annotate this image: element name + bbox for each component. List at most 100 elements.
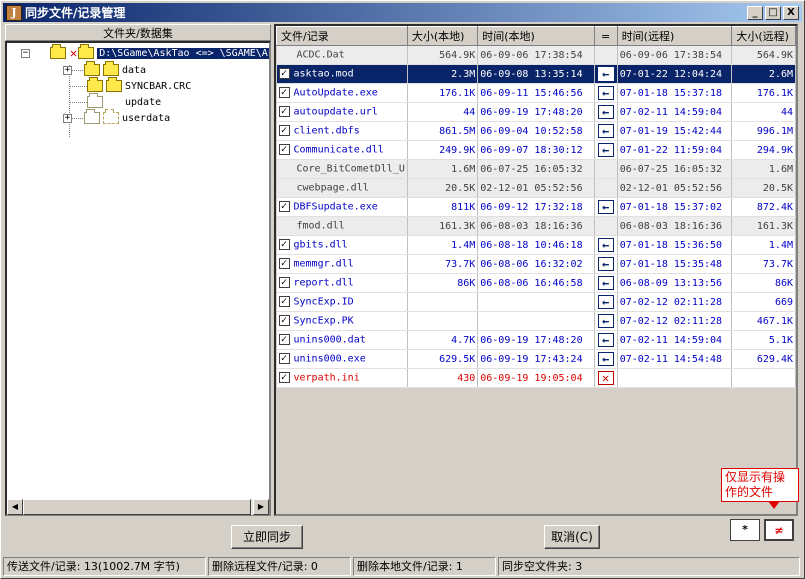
copy-left-arrow-icon[interactable]: ←: [597, 200, 614, 214]
folder-pane-header[interactable]: 文件夹/数据集: [5, 24, 271, 41]
file-name-cell[interactable]: ✓ client.dbfs: [276, 121, 408, 141]
tree-item-userdata[interactable]: + userdata: [63, 109, 170, 126]
sync-operation-cell[interactable]: ←: [594, 140, 618, 160]
delete-icon[interactable]: ✕: [597, 371, 614, 385]
sync-operation-cell[interactable]: ←: [594, 292, 618, 312]
select-checkbox[interactable]: ✓: [278, 372, 290, 384]
file-name-cell[interactable]: ✓ Communicate.dll: [276, 140, 408, 160]
copy-left-arrow-icon[interactable]: ←: [597, 143, 614, 157]
select-checkbox[interactable]: ✓: [278, 353, 290, 365]
show-changed-only-button[interactable]: ≠: [764, 519, 794, 541]
file-name-cell[interactable]: ✓ asktao.mod: [276, 64, 408, 84]
sync-operation-cell[interactable]: ✕: [594, 368, 618, 388]
file-name-cell[interactable]: ✓ DBFSupdate.exe: [276, 197, 408, 217]
folder-tree[interactable]: − ✕ D:\SGame\AskTao <=> \SGAME\AskTao + …: [5, 41, 271, 516]
sync-operation-cell[interactable]: ←: [594, 102, 618, 122]
sync-operation-cell[interactable]: ←: [594, 64, 618, 84]
table-row[interactable]: ACDC.Dat 564.9K 06-09-06 17:38:54 06-09-06 …: [276, 45, 796, 65]
table-row[interactable]: ✓ asktao.mod 2.3M 06-09-08 13:35:14 ← 07-01-2…: [276, 64, 796, 84]
file-name-cell[interactable]: ✓ AutoUpdate.exe: [276, 83, 408, 103]
minimize-button[interactable]: _: [747, 5, 763, 20]
col-header-name[interactable]: 文件/记录: [276, 26, 408, 46]
table-row[interactable]: ✓ verpath.ini 430 06-09-19 19:05:04 ✕: [276, 368, 796, 388]
tree-item-update[interactable]: update: [87, 93, 161, 110]
select-checkbox[interactable]: ✓: [278, 334, 290, 346]
copy-left-arrow-icon[interactable]: ←: [597, 295, 614, 309]
sync-operation-cell[interactable]: ←: [594, 197, 618, 217]
sync-operation-cell[interactable]: [594, 45, 618, 65]
sync-operation-cell[interactable]: ←: [594, 273, 618, 293]
table-row[interactable]: ✓ DBFSupdate.exe 811K 06-09-12 17:32:18 ← 07-…: [276, 197, 796, 217]
select-checkbox[interactable]: ✓: [278, 201, 290, 213]
show-all-button[interactable]: *: [730, 519, 760, 541]
select-checkbox[interactable]: ✓: [278, 125, 290, 137]
select-checkbox[interactable]: ✓: [278, 258, 290, 270]
file-name-cell[interactable]: ✓ autoupdate.url: [276, 102, 408, 122]
table-row[interactable]: ✓ unins000.exe 629.5K 06-09-19 17:43:24 ← 07-…: [276, 349, 796, 369]
file-name-cell[interactable]: ACDC.Dat: [276, 45, 408, 65]
file-name-cell[interactable]: ✓ unins000.dat: [276, 330, 408, 350]
copy-left-arrow-icon[interactable]: ←: [597, 333, 614, 347]
file-name-cell[interactable]: ✓ memmgr.dll: [276, 254, 408, 274]
expand-icon[interactable]: +: [63, 65, 72, 75]
tree-item-data[interactable]: + data: [63, 61, 146, 78]
select-checkbox[interactable]: ✓: [278, 277, 290, 289]
col-header-local-time[interactable]: 时间(本地): [477, 26, 595, 46]
file-name-cell[interactable]: fmod.dll: [276, 216, 408, 236]
table-row[interactable]: cwebpage.dll 20.5K 02-12-01 05:52:56 02-12-…: [276, 178, 796, 198]
copy-left-arrow-icon[interactable]: ←: [597, 238, 614, 252]
copy-left-arrow-icon[interactable]: ←: [597, 257, 614, 271]
table-row[interactable]: ✓ AutoUpdate.exe 176.1K 06-09-11 15:46:56 ← 0…: [276, 83, 796, 103]
sync-operation-cell[interactable]: ←: [594, 311, 618, 331]
table-row[interactable]: ✓ unins000.dat 4.7K 06-09-19 17:48:20 ← 07-02…: [276, 330, 796, 350]
cancel-button[interactable]: 取消(C): [544, 525, 600, 549]
sync-operation-cell[interactable]: ←: [594, 235, 618, 255]
sync-operation-cell[interactable]: ←: [594, 330, 618, 350]
tree-item-syncbar[interactable]: SYNCBAR.CRC: [87, 77, 191, 94]
sync-operation-cell[interactable]: ←: [594, 254, 618, 274]
copy-left-arrow-icon[interactable]: ←: [597, 86, 614, 100]
file-name-cell[interactable]: ✓ report.dll: [276, 273, 408, 293]
sync-operation-cell[interactable]: [594, 216, 618, 236]
file-name-cell[interactable]: ✓ SyncExp.PK: [276, 311, 408, 331]
file-list[interactable]: 文件/记录 大小(本地) 时间(本地) = 时间(远程) 大小(远程) ACDC…: [274, 24, 798, 516]
table-row[interactable]: ✓ memmgr.dll 73.7K 06-08-06 16:32:02 ← 07-01-…: [276, 254, 796, 274]
sync-operation-cell[interactable]: ←: [594, 121, 618, 141]
file-name-cell[interactable]: ✓ verpath.ini: [276, 368, 408, 388]
copy-left-arrow-icon[interactable]: ←: [597, 276, 614, 290]
sync-operation-cell[interactable]: [594, 178, 618, 198]
table-row[interactable]: Core_BitCometDll_U 1.6M 06-07-25 16:05:32 0…: [276, 159, 796, 179]
file-name-cell[interactable]: cwebpage.dll: [276, 178, 408, 198]
expand-icon[interactable]: +: [63, 113, 72, 123]
collapse-icon[interactable]: −: [21, 48, 30, 58]
col-header-remote-size[interactable]: 大小(远程): [731, 26, 796, 46]
select-checkbox[interactable]: ✓: [278, 68, 290, 80]
table-row[interactable]: ✓ report.dll 86K 06-08-06 16:46:58 ← 06-08-09…: [276, 273, 796, 293]
table-row[interactable]: ✓ SyncExp.ID ← 07-02-12 02:11:28 669: [276, 292, 796, 312]
col-header-operation[interactable]: =: [593, 26, 618, 46]
file-name-cell[interactable]: ✓ SyncExp.ID: [276, 292, 408, 312]
table-row[interactable]: fmod.dll 161.3K 06-08-03 18:16:36 06-08-03 …: [276, 216, 796, 236]
sync-operation-cell[interactable]: [594, 159, 618, 179]
table-row[interactable]: ✓ SyncExp.PK ← 07-02-12 02:11:28 467.1K: [276, 311, 796, 331]
copy-left-arrow-icon[interactable]: ←: [597, 124, 614, 138]
select-checkbox[interactable]: ✓: [278, 296, 290, 308]
copy-left-arrow-icon[interactable]: ←: [597, 67, 614, 81]
select-checkbox[interactable]: ✓: [278, 315, 290, 327]
file-name-cell[interactable]: ✓ gbits.dll: [276, 235, 408, 255]
scroll-right-icon[interactable]: ▶: [253, 499, 269, 515]
copy-left-arrow-icon[interactable]: ←: [597, 105, 614, 119]
sync-operation-cell[interactable]: ←: [594, 349, 618, 369]
scroll-left-icon[interactable]: ◀: [7, 499, 23, 515]
copy-left-arrow-icon[interactable]: ←: [597, 314, 614, 328]
table-row[interactable]: ✓ client.dbfs 861.5M 06-09-04 10:52:58 ← 07-0…: [276, 121, 796, 141]
scroll-thumb[interactable]: [23, 499, 251, 515]
select-checkbox[interactable]: ✓: [278, 106, 290, 118]
maximize-button[interactable]: □: [765, 5, 781, 20]
sync-now-button[interactable]: 立即同步: [231, 525, 303, 549]
tree-root[interactable]: − ✕ D:\SGame\AskTao <=> \SGAME\AskTao: [21, 44, 269, 61]
select-checkbox[interactable]: ✓: [278, 239, 290, 251]
copy-left-arrow-icon[interactable]: ←: [597, 352, 614, 366]
select-checkbox[interactable]: ✓: [278, 87, 290, 99]
file-name-cell[interactable]: Core_BitCometDll_U: [276, 159, 408, 179]
